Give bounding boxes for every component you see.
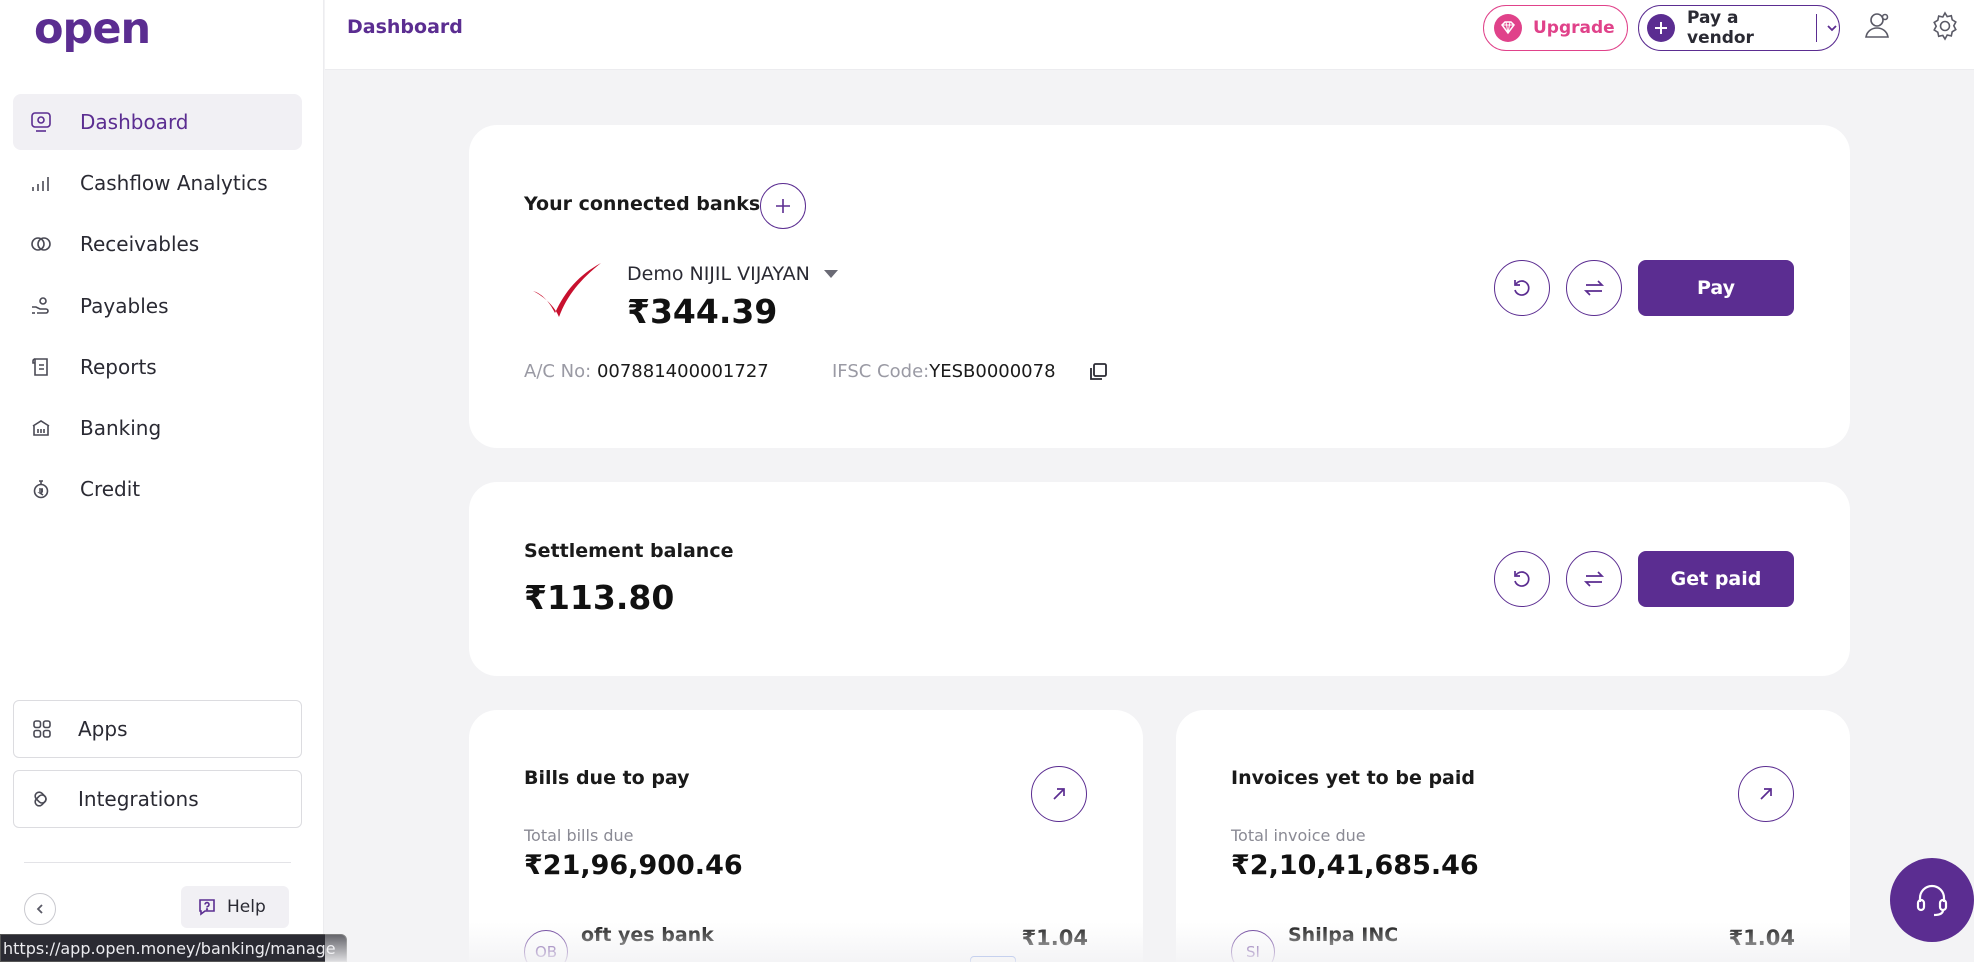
refresh-settlement-button[interactable]	[1494, 551, 1550, 607]
pay-a-vendor-label: Pay a vendor	[1687, 8, 1754, 48]
ifsc-code: YESB0000078	[929, 361, 1056, 382]
account-number-row: A/C No: 007881400001727	[524, 361, 769, 382]
avatar: OB	[524, 930, 568, 962]
transfer-bank-button[interactable]	[1566, 260, 1622, 316]
settlement-balance-title: Settlement balance	[524, 540, 734, 562]
open-bills-button[interactable]	[1031, 766, 1087, 822]
plus-icon	[773, 196, 793, 216]
refresh-icon	[1511, 277, 1533, 299]
sidebar-item-label: Dashboard	[80, 110, 189, 134]
collapse-sidebar-button[interactable]	[24, 893, 56, 925]
help-label: Help	[227, 897, 266, 917]
refresh-bank-button[interactable]	[1494, 260, 1550, 316]
total-invoice-due-label: Total invoice due	[1231, 826, 1366, 845]
add-bank-button[interactable]	[760, 183, 806, 229]
settlement-balance-amount: ₹113.80	[524, 578, 675, 617]
bank-name: Demo NIJIL VIJAYAN	[627, 263, 810, 285]
scroll-tab-indicator	[970, 956, 1016, 962]
invoice-customer-name[interactable]: Shilpa INC	[1288, 924, 1398, 946]
connected-banks-card: Your connected banks Demo NIJIL VIJAYAN …	[469, 125, 1850, 448]
sidebar: open Dashboard Cashflow Analytics Receiv…	[0, 0, 324, 962]
plus-circle-icon	[1647, 14, 1675, 42]
bills-due-card: Bills due to pay Total bills due ₹21,96,…	[469, 710, 1143, 962]
transfer-settlement-button[interactable]	[1566, 551, 1622, 607]
invoices-card: Invoices yet to be paid Total invoice du…	[1176, 710, 1850, 962]
bar-chart-icon	[29, 171, 53, 195]
chevron-left-icon	[34, 903, 46, 915]
sidebar-item-payables[interactable]: Payables	[13, 278, 302, 334]
invoice-amount: ₹1.04	[1728, 926, 1795, 950]
avatar: SI	[1231, 930, 1275, 962]
credit-icon	[29, 477, 53, 501]
button-separator	[1815, 14, 1817, 42]
user-profile-icon[interactable]	[1863, 10, 1893, 40]
sidebar-divider	[24, 862, 291, 863]
bank-balance: ₹344.39	[627, 292, 778, 331]
pay-button[interactable]: Pay	[1638, 260, 1794, 316]
sidebar-item-label: Payables	[80, 293, 169, 318]
sidebar-item-banking[interactable]: Banking	[13, 400, 302, 456]
swap-arrows-icon	[1583, 277, 1605, 299]
dashboard-icon	[29, 110, 53, 134]
bank-account-selector[interactable]: Demo NIJIL VIJAYAN	[627, 263, 838, 285]
bill-vendor-name[interactable]: oft yes bank	[581, 924, 714, 946]
gear-icon[interactable]	[1929, 10, 1961, 42]
diamond-icon	[1494, 14, 1522, 42]
receivables-icon	[29, 232, 53, 256]
sidebar-item-dashboard[interactable]: Dashboard	[13, 94, 302, 150]
settlement-balance-card: Settlement balance ₹113.80 Get paid	[469, 482, 1850, 676]
sidebar-item-label: Receivables	[80, 232, 200, 257]
integrations-icon	[32, 789, 52, 809]
bill-amount: ₹1.04	[1021, 926, 1088, 950]
reports-icon	[29, 355, 53, 379]
upgrade-label: Upgrade	[1533, 18, 1615, 38]
arrow-up-right-icon	[1757, 785, 1775, 803]
apps-icon	[32, 719, 52, 739]
support-chat-button[interactable]	[1890, 858, 1974, 942]
apps-button[interactable]: Apps	[13, 700, 302, 758]
sidebar-item-label: Cashflow Analytics	[80, 171, 268, 196]
ifsc-row: IFSC Code:YESB0000078	[832, 361, 1056, 382]
bills-due-title: Bills due to pay	[524, 767, 690, 789]
total-invoice-due-amount: ₹2,10,41,685.46	[1231, 850, 1479, 881]
help-icon	[197, 897, 217, 917]
payables-icon	[29, 294, 53, 318]
sidebar-item-credit[interactable]: Credit	[13, 461, 302, 517]
account-number-label: A/C No:	[524, 361, 592, 382]
page-title: Dashboard	[347, 16, 463, 38]
upgrade-button[interactable]: Upgrade	[1483, 5, 1628, 51]
status-bar-url: https://app.open.money/banking/manage	[0, 934, 347, 962]
caret-down-icon	[823, 270, 838, 278]
account-number: 007881400001727	[596, 361, 769, 382]
sidebar-item-reports[interactable]: Reports	[13, 339, 302, 395]
ifsc-label: IFSC Code:	[832, 361, 930, 382]
get-paid-button[interactable]: Get paid	[1638, 551, 1794, 607]
connected-banks-title: Your connected banks	[524, 193, 761, 215]
total-bills-due-label: Total bills due	[524, 826, 634, 845]
sidebar-item-label: Credit	[80, 477, 141, 502]
refresh-icon	[1511, 568, 1533, 590]
help-button[interactable]: Help	[181, 886, 289, 928]
swap-arrows-icon	[1583, 568, 1605, 590]
open-logo[interactable]: open	[34, 4, 151, 54]
pay-a-vendor-button[interactable]: Pay a vendor	[1638, 5, 1840, 51]
invoices-title: Invoices yet to be paid	[1231, 767, 1475, 789]
sidebar-item-receivables[interactable]: Receivables	[13, 216, 302, 272]
copy-icon[interactable]	[1087, 361, 1109, 383]
sidebar-item-label: Banking	[80, 415, 162, 440]
arrow-up-right-icon	[1050, 785, 1068, 803]
bank-icon	[29, 416, 53, 440]
sidebar-item-label: Reports	[80, 354, 157, 379]
sidebar-nav: Dashboard Cashflow Analytics Receivables…	[13, 94, 302, 522]
integrations-button[interactable]: Integrations	[13, 770, 302, 828]
sidebar-item-cashflow-analytics[interactable]: Cashflow Analytics	[13, 155, 302, 211]
top-header: Dashboard Upgrade Pay a vendor	[325, 0, 1974, 70]
chevron-down-icon[interactable]	[1825, 21, 1839, 35]
apps-label: Apps	[78, 717, 128, 741]
total-bills-due-amount: ₹21,96,900.46	[524, 850, 743, 881]
yes-bank-logo	[531, 261, 603, 319]
open-invoices-button[interactable]	[1738, 766, 1794, 822]
integrations-label: Integrations	[78, 787, 199, 811]
headset-icon	[1912, 880, 1952, 920]
